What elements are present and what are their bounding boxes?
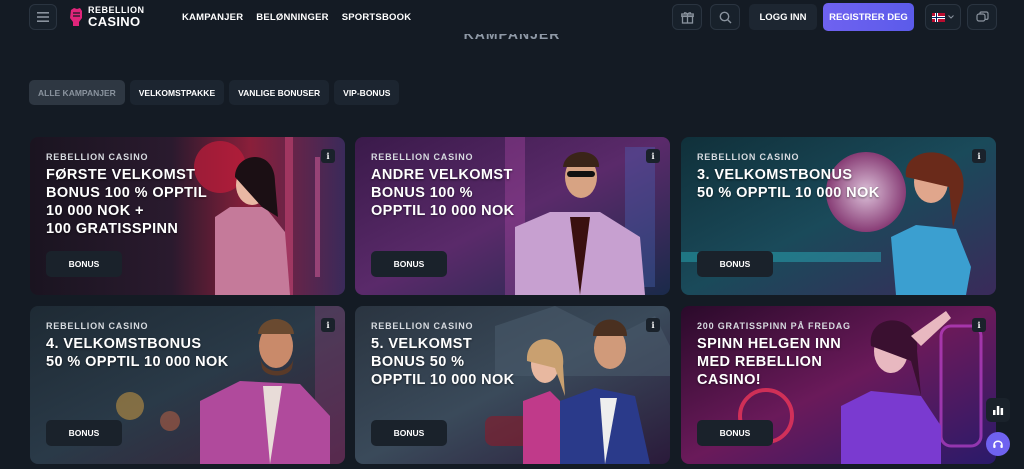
bar-chart-icon [993, 406, 1004, 415]
promo-title-line: 4. VELKOMSTBONUS [46, 336, 202, 352]
info-icon[interactable]: i [646, 149, 660, 163]
hamburger-menu-button[interactable] [29, 4, 57, 30]
bonus-button[interactable]: BONUS [46, 420, 122, 446]
promo-card-5[interactable]: REBELLION CASINO 5. VELKOMST BONUS 50 % … [355, 306, 670, 464]
search-icon [719, 11, 731, 23]
bonus-button[interactable]: BONUS [697, 420, 773, 446]
promo-card-title: FØRSTE VELKOMST BONUS 100 % OPPTIL 10 00… [46, 166, 207, 238]
nav-kampanjer[interactable]: KAMPANJER [182, 12, 243, 23]
promo-card-eyebrow: REBELLION CASINO [371, 321, 474, 331]
filter-all[interactable]: ALLE KAMPANJER [29, 80, 125, 105]
top-header: REBELLION CASINO KAMPANJER BELØNNINGER S… [0, 0, 1024, 34]
promo-title-line: OPPTIL 10 000 NOK [371, 372, 515, 388]
promo-card-3[interactable]: REBELLION CASINO 3. VELKOMSTBONUS 50 % O… [681, 137, 996, 295]
promo-card-1[interactable]: REBELLION CASINO FØRSTE VELKOMST BONUS 1… [30, 137, 345, 295]
bonus-button[interactable]: BONUS [371, 251, 447, 277]
promo-title-line: FØRSTE VELKOMST [46, 167, 196, 183]
rebellion-casino-logo[interactable]: REBELLION CASINO [68, 6, 145, 28]
fist-logo-icon [70, 8, 82, 26]
promo-title-line: 10 000 NOK + [46, 203, 144, 219]
info-icon[interactable]: i [321, 149, 335, 163]
promo-title-line: BONUS 100 % [371, 185, 473, 201]
support-button[interactable] [986, 432, 1010, 456]
promo-card-eyebrow: REBELLION CASINO [46, 152, 149, 162]
info-icon[interactable]: i [321, 318, 335, 332]
promo-title-line: 5. VELKOMST [371, 336, 473, 352]
promo-card-title: SPINN HELGEN INN MED REBELLION CASINO! [697, 335, 841, 389]
login-button[interactable]: LOGG INN [749, 4, 817, 30]
hamburger-icon [37, 12, 49, 22]
gift-button[interactable] [672, 4, 702, 30]
promo-title-line: ANDRE VELKOMST [371, 167, 513, 183]
leaderboard-button[interactable] [986, 398, 1010, 422]
search-button[interactable] [710, 4, 740, 30]
info-icon[interactable]: i [646, 318, 660, 332]
promo-title-line: SPINN HELGEN INN [697, 336, 842, 352]
info-icon[interactable]: i [972, 318, 986, 332]
promo-card-title: ANDRE VELKOMST BONUS 100 % OPPTIL 10 000… [371, 166, 515, 220]
bonus-button[interactable]: BONUS [371, 420, 447, 446]
promo-title-line: 3. VELKOMSTBONUS [697, 167, 853, 183]
promo-card-eyebrow: REBELLION CASINO [371, 152, 474, 162]
promo-card-title: 4. VELKOMSTBONUS 50 % OPPTIL 10 000 NOK [46, 335, 229, 371]
promo-title-line: CASINO! [697, 372, 762, 388]
headset-icon [993, 440, 1003, 448]
promo-card-2[interactable]: REBELLION CASINO ANDRE VELKOMST BONUS 10… [355, 137, 670, 295]
chat-bubbles-icon [975, 10, 989, 22]
nav-sportsbook[interactable]: SPORTSBOOK [342, 12, 412, 23]
promo-card-title: 5. VELKOMST BONUS 50 % OPPTIL 10 000 NOK [371, 335, 515, 389]
promo-title-line: 50 % OPPTIL 10 000 NOK [46, 354, 229, 370]
promo-card-eyebrow: 200 GRATISSPINN PÅ FREDAG [697, 321, 851, 331]
logo-line-2: CASINO [88, 14, 141, 29]
promo-card-eyebrow: REBELLION CASINO [46, 321, 149, 331]
chat-button[interactable] [967, 4, 997, 30]
promo-card-eyebrow: REBELLION CASINO [697, 152, 800, 162]
promo-title-line: OPPTIL 10 000 NOK [371, 203, 515, 219]
bonus-button[interactable]: BONUS [697, 251, 773, 277]
language-selector[interactable] [925, 4, 961, 30]
main-nav: KAMPANJER BELØNNINGER SPORTSBOOK [182, 12, 411, 23]
promo-title-line: MED REBELLION [697, 354, 823, 370]
promo-card-title: 3. VELKOMSTBONUS 50 % OPPTIL 10 000 NOK [697, 166, 880, 202]
bonus-button[interactable]: BONUS [46, 251, 122, 277]
promo-title-line: BONUS 50 % [371, 354, 465, 370]
chevron-down-icon [948, 15, 954, 19]
gift-icon [680, 11, 694, 24]
promo-card-6[interactable]: 200 GRATISSPINN PÅ FREDAG SPINN HELGEN I… [681, 306, 996, 464]
filter-welcome-package[interactable]: VELKOMSTPAKKE [129, 80, 225, 105]
register-button[interactable]: REGISTRER DEG [823, 3, 914, 31]
info-icon[interactable]: i [972, 149, 986, 163]
promo-card-4[interactable]: REBELLION CASINO 4. VELKOMSTBONUS 50 % O… [30, 306, 345, 464]
promotion-filters: ALLE KAMPANJER VELKOMSTPAKKE VANLIGE BON… [29, 80, 400, 105]
nav-belonninger[interactable]: BELØNNINGER [256, 12, 328, 23]
promo-title-line: 50 % OPPTIL 10 000 NOK [697, 185, 880, 201]
norway-flag-icon [932, 12, 945, 22]
filter-regular-bonuses[interactable]: VANLIGE BONUSER [229, 80, 330, 105]
promo-title-line: BONUS 100 % OPPTIL [46, 185, 208, 201]
promo-title-line: 100 GRATISSPINN [46, 221, 179, 237]
filter-vip-bonus[interactable]: VIP-BONUS [334, 80, 400, 105]
